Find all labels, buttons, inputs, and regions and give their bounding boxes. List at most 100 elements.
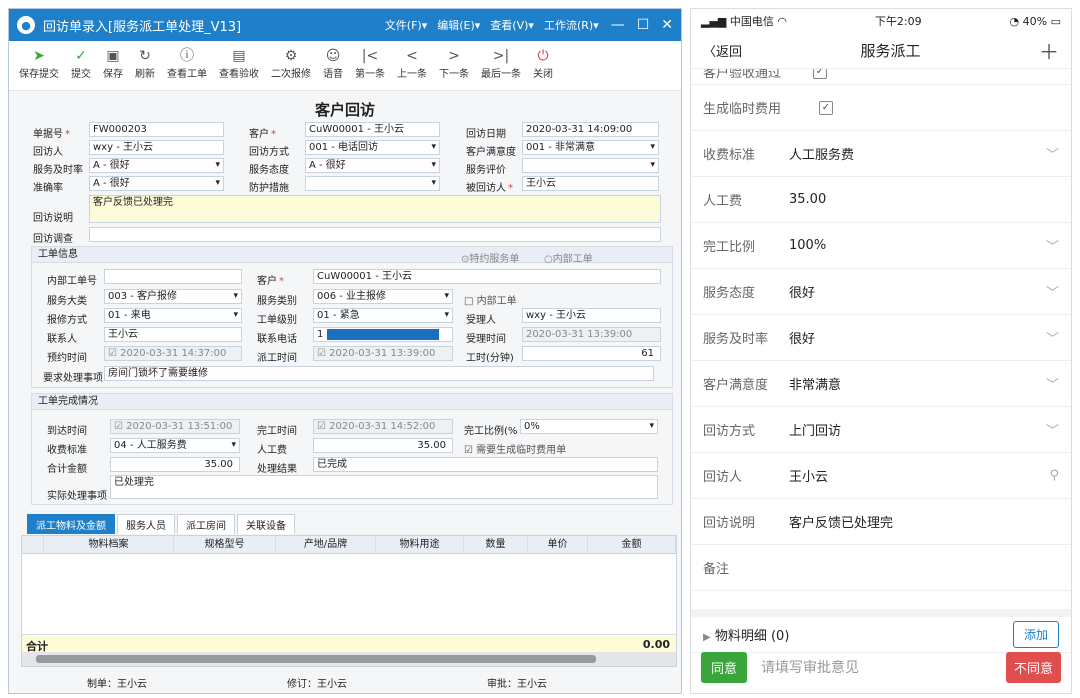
- col-amount[interactable]: 金额: [588, 536, 676, 553]
- charge-select[interactable]: 04 - 人工服务费: [110, 438, 240, 453]
- scroll-thumb[interactable]: [36, 655, 596, 663]
- visited-field[interactable]: 王小云: [522, 176, 659, 191]
- visit-date-field[interactable]: 2020-03-31 14:09:00: [522, 122, 659, 137]
- row-ratio[interactable]: 完工比例 100% ﹀: [691, 223, 1071, 269]
- close-icon[interactable]: ✕: [661, 17, 673, 33]
- actual-field[interactable]: 已处理完: [110, 475, 658, 499]
- menu-file[interactable]: 文件(F)▾: [385, 17, 427, 33]
- row-desc[interactable]: 回访说明 客户反馈已处理完: [691, 499, 1071, 545]
- view-acceptance-button[interactable]: ▤ 查看验收: [219, 47, 259, 80]
- voice-button[interactable]: ☺ 语音: [323, 47, 343, 80]
- arrive-label: 到达时间: [47, 426, 87, 437]
- refresh-button[interactable]: ↻ 刷新: [135, 47, 155, 80]
- row-labor[interactable]: 人工费 35.00: [691, 177, 1071, 223]
- row-charge[interactable]: 收费标准 人工服务费 ﹀: [691, 131, 1071, 177]
- report-method-select[interactable]: 01 - 来电: [104, 308, 242, 323]
- row-temp-fee[interactable]: 生成临时费用 ✓: [691, 85, 1071, 131]
- save-button[interactable]: ▣ 保存: [103, 47, 123, 80]
- hours-field[interactable]: 61: [522, 346, 661, 361]
- checkbox-icon[interactable]: ✓: [819, 100, 833, 115]
- survey-field[interactable]: [89, 227, 661, 242]
- level-select[interactable]: 01 - 紧急: [313, 308, 453, 323]
- col-qty[interactable]: 数量: [464, 536, 528, 553]
- timely-select[interactable]: A - 很好: [89, 158, 224, 173]
- opinion-input[interactable]: 请填写审批意见: [747, 657, 1006, 677]
- horizontal-scrollbar[interactable]: [22, 652, 676, 666]
- bill-no-field[interactable]: FW000203: [89, 122, 224, 137]
- desc-field[interactable]: 客户反馈已处理完: [89, 195, 661, 223]
- maximize-icon[interactable]: ☐: [637, 17, 650, 33]
- grid-header: 物料档案 规格型号 产地/品牌 物料用途 数量 单价 金额: [22, 536, 676, 554]
- checkbox-icon[interactable]: ✓: [813, 69, 827, 79]
- attitude-select[interactable]: A - 很好: [305, 158, 440, 173]
- row-remark[interactable]: 备注: [691, 545, 1071, 591]
- tab-rooms[interactable]: 派工房间: [177, 514, 235, 534]
- accepter-field[interactable]: wxy - 王小云: [522, 308, 661, 323]
- internal-workorder-checkbox[interactable]: □ 内部工单: [464, 292, 517, 307]
- tab-materials[interactable]: 派工物料及金额: [27, 514, 115, 534]
- radio-internal[interactable]: ○内部工单: [544, 250, 593, 265]
- finish-field[interactable]: ☑ 2020-03-31 14:52:00: [313, 419, 453, 434]
- last-record-button[interactable]: >| 最后一条: [481, 47, 521, 80]
- dispatch-time-field[interactable]: ☑ 2020-03-31 13:39:00: [313, 346, 453, 361]
- radio-special[interactable]: ⊙特约服务单: [461, 250, 519, 265]
- row-method[interactable]: 回访方式 上门回访 ﹀: [691, 407, 1071, 453]
- contact-field[interactable]: 王小云: [104, 327, 242, 342]
- customer-field[interactable]: CuW00001 - 王小云: [305, 122, 440, 137]
- view-workorder-button[interactable]: ⓘ 查看工单: [167, 47, 207, 80]
- row-attitude[interactable]: 服务态度 很好 ﹀: [691, 269, 1071, 315]
- wifi-icon: ◠: [777, 15, 787, 28]
- bill-no-label: 单据号: [33, 125, 70, 140]
- add-button[interactable]: 添加: [1012, 621, 1059, 648]
- inner-no-field[interactable]: [104, 269, 242, 284]
- protection-select[interactable]: [305, 176, 440, 191]
- submit-button[interactable]: ✓ 提交: [71, 47, 91, 80]
- close-button[interactable]: ⏻ 关闭: [533, 47, 553, 80]
- refresh-icon: ↻: [139, 48, 151, 64]
- ratio-select[interactable]: 0%: [520, 419, 658, 434]
- save-submit-button[interactable]: ➤ 保存提交: [19, 47, 59, 80]
- accuracy-select[interactable]: A - 很好: [89, 176, 224, 191]
- next-record-button[interactable]: > 下一条: [439, 47, 469, 80]
- category-select[interactable]: 003 - 客户报修: [104, 289, 242, 304]
- row-satisfaction[interactable]: 客户满意度 非常满意 ﹀: [691, 361, 1071, 407]
- row-visitor[interactable]: 回访人 王小云 ⚲: [691, 453, 1071, 499]
- temp-fee-checkbox[interactable]: ☑ 需要生成临时费用单: [464, 441, 566, 456]
- result-field[interactable]: 已完成: [313, 457, 658, 472]
- col-spec[interactable]: 规格型号: [174, 536, 276, 553]
- material-detail-row[interactable]: ▶ 物料明细 (0) 添加: [691, 617, 1071, 653]
- evaluation-select[interactable]: [522, 158, 659, 173]
- satisfaction-select[interactable]: 001 - 非常满意: [522, 140, 659, 155]
- prev-record-button[interactable]: < 上一条: [397, 47, 427, 80]
- plus-icon[interactable]: ＋: [1039, 36, 1059, 65]
- send-icon: ➤: [33, 48, 45, 64]
- phone-field[interactable]: 1: [313, 327, 453, 342]
- disagree-button[interactable]: 不同意: [1005, 651, 1061, 683]
- tab-devices[interactable]: 关联设备: [237, 514, 295, 534]
- request-label: 要求处理事项: [43, 373, 103, 384]
- menu-edit[interactable]: 编辑(E)▾: [437, 17, 480, 33]
- agree-button[interactable]: 同意: [701, 651, 748, 683]
- wo-customer-label: 客户: [257, 272, 284, 287]
- back-button[interactable]: 〈返回: [703, 41, 742, 60]
- col-material[interactable]: 物料档案: [44, 536, 174, 553]
- first-record-button[interactable]: |< 第一条: [355, 47, 385, 80]
- search-icon[interactable]: ⚲: [1049, 468, 1059, 483]
- labor-field[interactable]: 35.00: [313, 438, 453, 453]
- visitor-field[interactable]: wxy - 王小云: [89, 140, 224, 155]
- service-type-select[interactable]: 006 - 业主报修: [313, 289, 453, 304]
- appoint-field[interactable]: ☑ 2020-03-31 14:37:00: [104, 346, 242, 361]
- row-timely[interactable]: 服务及时率 很好 ﹀: [691, 315, 1071, 361]
- menu-view[interactable]: 查看(V)▾: [490, 17, 534, 33]
- tab-staff[interactable]: 服务人员: [117, 514, 175, 534]
- col-usage[interactable]: 物料用途: [376, 536, 464, 553]
- request-field[interactable]: 房间门锁坏了需要维修: [104, 366, 654, 381]
- wo-customer-field[interactable]: CuW00001 - 王小云: [313, 269, 661, 284]
- minimize-icon[interactable]: —: [611, 17, 625, 33]
- method-select[interactable]: 001 - 电话回访: [305, 140, 440, 155]
- col-price[interactable]: 单价: [528, 536, 588, 553]
- arrive-field[interactable]: ☑ 2020-03-31 13:51:00: [110, 419, 240, 434]
- menu-workflow[interactable]: 工作流(R)▾: [544, 17, 599, 33]
- col-origin[interactable]: 产地/品牌: [276, 536, 376, 553]
- second-repair-button[interactable]: ⚙ 二次报修: [271, 47, 311, 80]
